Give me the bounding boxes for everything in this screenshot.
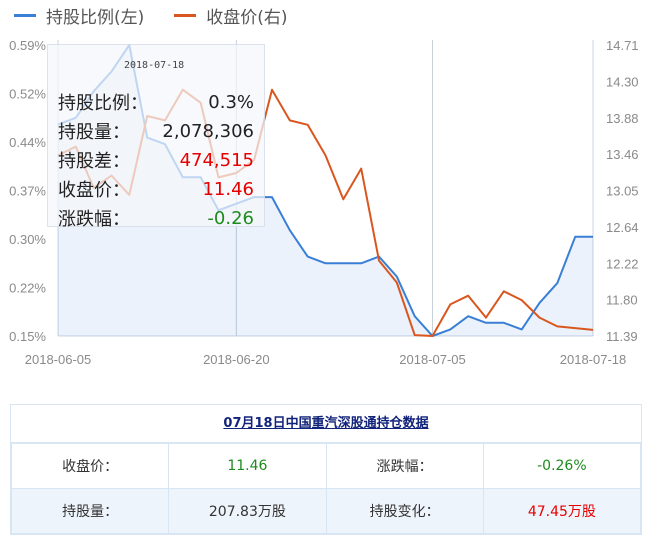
y-tick-label-right: 13.05	[606, 184, 639, 199]
y-tick-label-right: 11.80	[606, 293, 638, 308]
tooltip-label: 持股比例：	[58, 93, 148, 114]
y-tick-label-right: 13.88	[606, 111, 639, 126]
chart-tooltip: 2018-07-18 持股比例： 0.3% 持股量： 2,078,306 持股差…	[47, 44, 265, 230]
tooltip-value: 2,078,306	[162, 120, 254, 142]
table-cell-value: 207.83万股	[168, 488, 327, 534]
y-tick-label-right: 12.22	[606, 256, 639, 271]
tooltip-row-change-pct: 涨跌幅： -0.26	[58, 205, 254, 231]
tooltip-value: 11.46	[202, 178, 254, 200]
x-tick-label: 2018-07-18	[560, 352, 627, 367]
tooltip-label: 涨跌幅：	[58, 209, 130, 230]
x-tick-label: 2018-06-05	[25, 352, 92, 367]
table-row: 持股量： 207.83万股 持股变化： 47.45万股	[10, 488, 642, 534]
table-cell-label: 收盘价：	[10, 443, 170, 489]
tooltip-label: 持股量：	[58, 122, 130, 143]
tooltip-value: 474,515	[179, 149, 254, 171]
holding-data-table: 07月18日中国重汽深股通持仓数据 收盘价： 11.46 涨跌幅： -0.26%…	[10, 404, 642, 535]
tooltip-label: 持股差：	[58, 151, 130, 172]
y-tick-label-right: 12.64	[606, 220, 639, 235]
tooltip-row-holding-diff: 持股差： 474,515	[58, 147, 254, 173]
table-cell-value: -0.26%	[482, 443, 642, 489]
y-tick-label-right: 14.71	[606, 38, 639, 53]
table-cell-label: 涨跌幅：	[325, 443, 484, 489]
tooltip-label: 收盘价：	[58, 180, 130, 201]
y-tick-label-left: 0.15%	[9, 329, 46, 344]
tooltip-row-close-price: 收盘价： 11.46	[58, 176, 254, 202]
tooltip-row-holding-amount: 持股量： 2,078,306	[58, 118, 254, 144]
y-tick-label-right: 11.39	[606, 329, 638, 344]
tooltip-value: -0.26	[207, 207, 254, 229]
y-tick-label-left: 0.37%	[9, 184, 46, 199]
table-cell-value: 47.45万股	[482, 488, 642, 534]
holding-table: 收盘价： 11.46 涨跌幅： -0.26% 持股量： 207.83万股 持股变…	[10, 443, 642, 534]
x-tick-label: 2018-07-05	[399, 352, 466, 367]
table-cell-value: 11.46	[168, 443, 327, 489]
tooltip-value: 0.3%	[208, 91, 254, 113]
table-cell-label: 持股变化：	[325, 488, 484, 534]
y-tick-label-left: 0.22%	[9, 281, 46, 296]
y-tick-label-left: 0.44%	[9, 135, 46, 150]
table-cell-label: 持股量：	[10, 488, 170, 534]
y-tick-label-left: 0.59%	[9, 38, 46, 53]
x-tick-label: 2018-06-20	[203, 352, 270, 367]
y-tick-label-left: 0.52%	[9, 87, 46, 102]
y-tick-label-right: 14.30	[606, 74, 639, 89]
tooltip-date: 2018-07-18	[124, 60, 185, 71]
y-tick-label-right: 13.46	[606, 147, 639, 162]
y-tick-label-left: 0.30%	[9, 232, 46, 247]
table-title-link[interactable]: 07月18日中国重汽深股通持仓数据	[11, 405, 641, 443]
table-row: 收盘价： 11.46 涨跌幅： -0.26%	[10, 443, 642, 489]
tooltip-row-holding-ratio: 持股比例： 0.3%	[58, 89, 254, 115]
